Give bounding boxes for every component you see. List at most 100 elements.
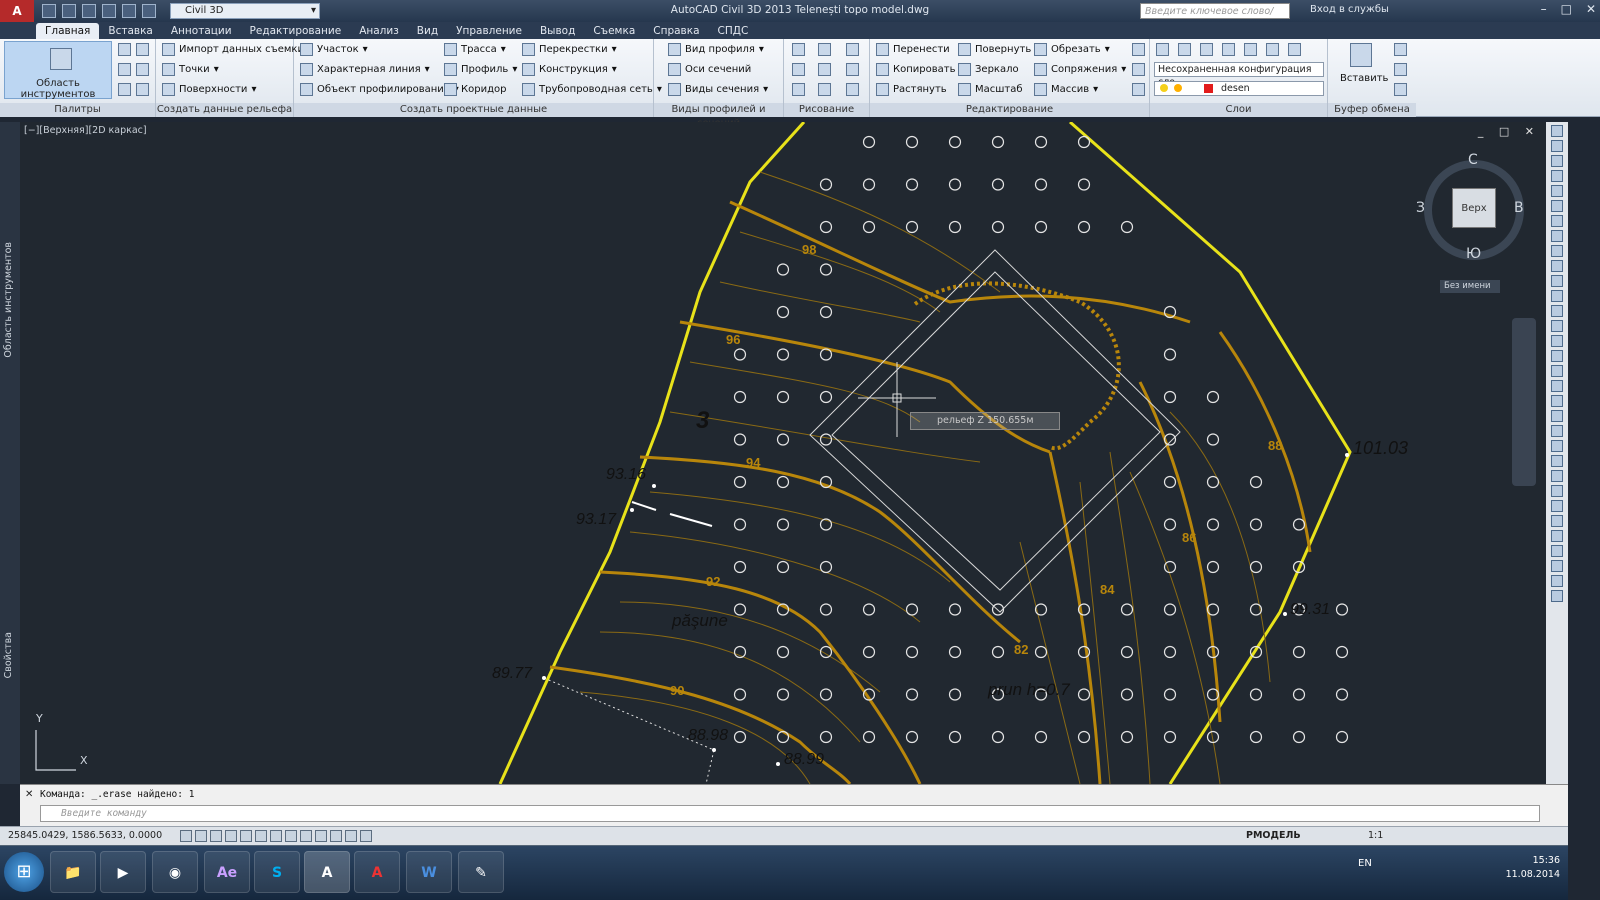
tool-icon[interactable] xyxy=(1551,425,1563,437)
tool-icon[interactable] xyxy=(1551,560,1563,572)
panel-title-profiles[interactable]: Виды профилей и сечений xyxy=(654,103,783,129)
polar-icon[interactable] xyxy=(225,830,237,842)
tab-survey[interactable]: Съемка xyxy=(584,23,644,39)
tool-icon[interactable] xyxy=(1551,170,1563,182)
feature-line-button[interactable]: Характерная линия ▾ xyxy=(300,63,430,76)
navigation-bar[interactable] xyxy=(1512,318,1536,486)
tab-annotate[interactable]: Аннотации xyxy=(162,23,241,39)
palette-icon[interactable] xyxy=(136,83,149,96)
viewcube-face[interactable]: Верх xyxy=(1452,188,1496,228)
save-icon[interactable] xyxy=(82,4,96,18)
hatch-icon[interactable] xyxy=(846,83,859,96)
chrome-icon[interactable]: ◉ xyxy=(152,851,198,893)
tab-manage[interactable]: Управление xyxy=(447,23,531,39)
mirror-button[interactable]: Зеркало xyxy=(958,63,1019,76)
signin-button[interactable]: Вход в службы xyxy=(1310,4,1389,15)
model-space-toggle[interactable]: РМОДЕЛЬ xyxy=(1246,830,1301,841)
annotation-scale[interactable]: 1:1 xyxy=(1368,830,1383,841)
pipe-network-button[interactable]: Трубопроводная сеть ▾ xyxy=(522,83,662,96)
maximize-icon[interactable]: □ xyxy=(1561,2,1572,16)
layer-icon[interactable] xyxy=(1288,43,1301,56)
media-player-icon[interactable]: ▶ xyxy=(100,851,146,893)
viewcube-south[interactable]: Ю xyxy=(1466,246,1481,262)
ortho-icon[interactable] xyxy=(210,830,222,842)
close-icon[interactable]: ✕ xyxy=(1586,2,1596,16)
word-icon[interactable]: W xyxy=(406,851,452,893)
array-button[interactable]: Массив ▾ xyxy=(1034,83,1098,96)
transparency-icon[interactable] xyxy=(315,830,327,842)
properties-tab[interactable]: Свойства xyxy=(3,632,14,678)
section-views-button[interactable]: Виды сечения ▾ xyxy=(668,83,768,96)
tool-icon[interactable] xyxy=(1551,140,1563,152)
qp-icon[interactable] xyxy=(330,830,342,842)
intersections-button[interactable]: Перекрестки ▾ xyxy=(522,43,617,56)
ducs-icon[interactable] xyxy=(270,830,282,842)
scale-button[interactable]: Масштаб xyxy=(958,83,1023,96)
polyline-icon[interactable] xyxy=(818,43,831,56)
line-icon[interactable] xyxy=(792,43,805,56)
point-icon[interactable] xyxy=(792,63,805,76)
tab-insert[interactable]: Вставка xyxy=(99,23,162,39)
tab-view[interactable]: Вид xyxy=(408,23,447,39)
autocad-icon[interactable]: A xyxy=(354,851,400,893)
lineweight-icon[interactable] xyxy=(300,830,312,842)
tool-icon[interactable] xyxy=(1551,440,1563,452)
tab-home[interactable]: Главная xyxy=(36,23,100,39)
tool-icon[interactable] xyxy=(1551,365,1563,377)
palette-icon[interactable] xyxy=(118,83,131,96)
trim-button[interactable]: Обрезать ▾ xyxy=(1034,43,1110,56)
tool-icon[interactable] xyxy=(1551,260,1563,272)
paste-icon[interactable] xyxy=(1350,43,1372,67)
stretch-button[interactable]: Растянуть xyxy=(876,83,947,96)
grading-button[interactable]: Объект профилирования ▾ xyxy=(300,83,459,96)
circle-icon[interactable] xyxy=(818,63,831,76)
tool-icon[interactable] xyxy=(1551,380,1563,392)
viewcube-east[interactable]: В xyxy=(1514,200,1524,216)
layer-icon[interactable] xyxy=(1244,43,1257,56)
palette-icon[interactable] xyxy=(136,43,149,56)
tab-help[interactable]: Справка xyxy=(644,23,708,39)
corridor-button[interactable]: Коридор xyxy=(444,83,506,96)
tool-icon[interactable] xyxy=(1551,500,1563,512)
tool-icon[interactable] xyxy=(1551,515,1563,527)
tool-icon[interactable] xyxy=(1551,245,1563,257)
tool-icon[interactable] xyxy=(1551,590,1563,602)
profile-button[interactable]: Профиль ▾ xyxy=(444,63,517,76)
panel-title-modify[interactable]: Редактирование xyxy=(870,103,1149,117)
tool-icon[interactable] xyxy=(1551,275,1563,287)
erase-icon[interactable] xyxy=(1132,43,1145,56)
palette-icon[interactable] xyxy=(118,63,131,76)
language-indicator[interactable]: EN xyxy=(1358,858,1372,869)
ucs-menu[interactable]: Без имени xyxy=(1440,280,1500,293)
copy-button[interactable]: Копировать xyxy=(876,63,955,76)
match-props-icon[interactable] xyxy=(1394,83,1407,96)
rectangle-icon[interactable] xyxy=(846,63,859,76)
spline-icon[interactable] xyxy=(792,83,805,96)
open-icon[interactable] xyxy=(62,4,76,18)
tool-icon[interactable] xyxy=(1551,350,1563,362)
tool-icon[interactable] xyxy=(1551,200,1563,212)
panel-title-palettes[interactable]: Палитры xyxy=(0,103,155,117)
tool-icon[interactable] xyxy=(1551,455,1563,467)
layer-icon[interactable] xyxy=(1266,43,1279,56)
new-icon[interactable] xyxy=(42,4,56,18)
explode-icon[interactable] xyxy=(1132,63,1145,76)
sample-lines-button[interactable]: Оси сечений xyxy=(668,63,751,76)
app-menu-button[interactable]: A xyxy=(0,0,34,22)
tool-icon[interactable] xyxy=(1551,485,1563,497)
tab-output[interactable]: Вывод xyxy=(531,23,584,39)
assembly-button[interactable]: Конструкция ▾ xyxy=(522,63,617,76)
sc-icon[interactable] xyxy=(345,830,357,842)
tab-modify[interactable]: Редактирование xyxy=(241,23,351,39)
palette-icon[interactable] xyxy=(118,43,131,56)
after-effects-icon[interactable]: Ae xyxy=(204,851,250,893)
viewcube-west[interactable]: З xyxy=(1416,200,1425,216)
panel-title-clipboard[interactable]: Буфер обмена xyxy=(1328,103,1416,117)
parcel-button[interactable]: Участок ▾ xyxy=(300,43,368,56)
tab-spds[interactable]: СПДС xyxy=(709,23,758,39)
drawing-viewport[interactable]: [−][Верхняя][2D каркас] _ □ ✕ 3 93.16 93… xyxy=(20,122,1546,784)
tool-icon[interactable] xyxy=(1551,125,1563,137)
move-button[interactable]: Перенести xyxy=(876,43,950,56)
alignment-button[interactable]: Трасса ▾ xyxy=(444,43,506,56)
grid-icon[interactable] xyxy=(195,830,207,842)
